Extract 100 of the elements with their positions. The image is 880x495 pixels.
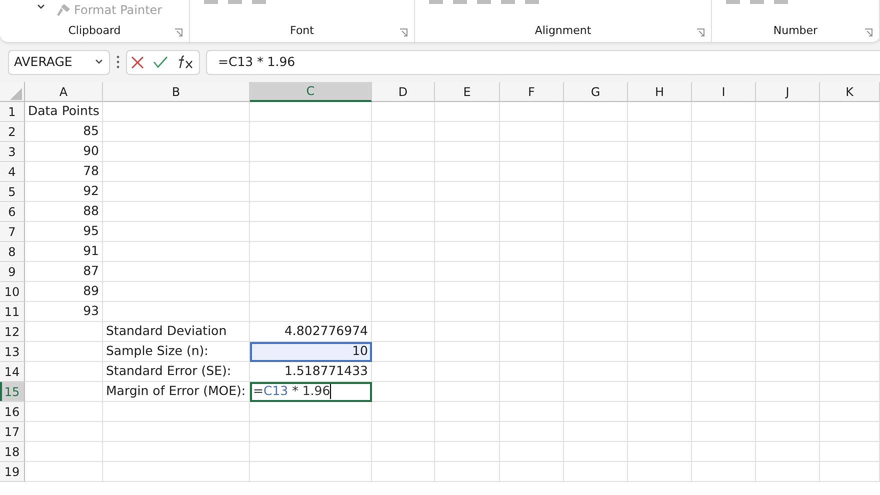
empty-cell[interactable]	[692, 322, 756, 342]
empty-cell[interactable]	[820, 262, 880, 282]
empty-cell[interactable]	[628, 442, 692, 462]
empty-cell[interactable]	[103, 462, 250, 482]
empty-cell[interactable]	[692, 182, 756, 202]
empty-cell[interactable]	[103, 162, 250, 182]
empty-cell[interactable]	[692, 402, 756, 422]
column-header[interactable]: J	[756, 82, 820, 102]
empty-cell[interactable]	[435, 322, 500, 342]
empty-cell[interactable]	[103, 422, 250, 442]
empty-cell[interactable]	[500, 302, 564, 322]
table-cell[interactable]: 10	[250, 342, 372, 362]
empty-cell[interactable]	[500, 402, 564, 422]
empty-cell[interactable]	[500, 142, 564, 162]
empty-cell[interactable]	[820, 342, 880, 362]
empty-cell[interactable]	[372, 282, 435, 302]
empty-cell[interactable]	[692, 362, 756, 382]
empty-cell[interactable]	[103, 282, 250, 302]
empty-cell[interactable]	[692, 142, 756, 162]
empty-cell[interactable]	[103, 222, 250, 242]
empty-cell[interactable]	[435, 202, 500, 222]
empty-cell[interactable]	[250, 462, 372, 482]
empty-cell[interactable]	[820, 422, 880, 442]
empty-cell[interactable]	[820, 382, 880, 402]
empty-cell[interactable]	[692, 162, 756, 182]
row-header[interactable]: 16	[0, 402, 25, 422]
table-cell[interactable]: Margin of Error (MOE):	[103, 382, 250, 402]
empty-cell[interactable]	[628, 462, 692, 482]
empty-cell[interactable]	[756, 142, 820, 162]
empty-cell[interactable]	[756, 362, 820, 382]
empty-cell[interactable]	[692, 382, 756, 402]
empty-cell[interactable]	[250, 262, 372, 282]
empty-cell[interactable]	[435, 282, 500, 302]
empty-cell[interactable]	[564, 362, 628, 382]
empty-cell[interactable]	[372, 142, 435, 162]
column-header[interactable]: B	[103, 82, 250, 102]
empty-cell[interactable]	[250, 282, 372, 302]
row-header[interactable]: 3	[0, 142, 25, 162]
dialog-launcher-icon[interactable]	[864, 28, 873, 37]
empty-cell[interactable]	[250, 162, 372, 182]
table-cell[interactable]: Standard Deviation	[103, 322, 250, 342]
empty-cell[interactable]	[564, 322, 628, 342]
empty-cell[interactable]	[372, 242, 435, 262]
column-header[interactable]: C	[250, 82, 372, 102]
empty-cell[interactable]	[500, 442, 564, 462]
empty-cell[interactable]	[500, 102, 564, 122]
empty-cell[interactable]	[628, 162, 692, 182]
table-cell[interactable]: 90	[25, 142, 103, 162]
empty-cell[interactable]	[435, 162, 500, 182]
column-header[interactable]: H	[628, 82, 692, 102]
empty-cell[interactable]	[564, 262, 628, 282]
empty-cell[interactable]	[756, 302, 820, 322]
empty-cell[interactable]	[435, 182, 500, 202]
empty-cell[interactable]	[435, 422, 500, 442]
empty-cell[interactable]	[628, 122, 692, 142]
empty-cell[interactable]	[500, 282, 564, 302]
empty-cell[interactable]	[820, 142, 880, 162]
empty-cell[interactable]	[820, 122, 880, 142]
row-header[interactable]: 7	[0, 222, 25, 242]
empty-cell[interactable]	[820, 102, 880, 122]
column-header[interactable]: F	[500, 82, 564, 102]
empty-cell[interactable]	[692, 342, 756, 362]
empty-cell[interactable]	[250, 422, 372, 442]
empty-cell[interactable]	[500, 342, 564, 362]
empty-cell[interactable]	[564, 302, 628, 322]
empty-cell[interactable]	[372, 162, 435, 182]
empty-cell[interactable]	[820, 322, 880, 342]
empty-cell[interactable]	[628, 302, 692, 322]
empty-cell[interactable]	[250, 442, 372, 462]
empty-cell[interactable]	[820, 282, 880, 302]
table-cell[interactable]: 91	[25, 242, 103, 262]
empty-cell[interactable]	[820, 402, 880, 422]
empty-cell[interactable]	[628, 262, 692, 282]
empty-cell[interactable]	[692, 122, 756, 142]
empty-cell[interactable]	[564, 342, 628, 362]
empty-cell[interactable]	[372, 202, 435, 222]
empty-cell[interactable]	[756, 322, 820, 342]
row-header[interactable]: 13	[0, 342, 25, 362]
empty-cell[interactable]	[628, 362, 692, 382]
empty-cell[interactable]	[564, 222, 628, 242]
empty-cell[interactable]	[756, 162, 820, 182]
empty-cell[interactable]	[372, 362, 435, 382]
empty-cell[interactable]	[564, 422, 628, 442]
empty-cell[interactable]	[500, 422, 564, 442]
empty-cell[interactable]	[103, 142, 250, 162]
table-cell[interactable]: 1.518771433	[250, 362, 372, 382]
empty-cell[interactable]	[692, 202, 756, 222]
empty-cell[interactable]	[500, 322, 564, 342]
empty-cell[interactable]	[756, 202, 820, 222]
empty-cell[interactable]	[564, 462, 628, 482]
empty-cell[interactable]	[628, 242, 692, 262]
empty-cell[interactable]	[756, 242, 820, 262]
empty-cell[interactable]	[692, 262, 756, 282]
dialog-launcher-icon[interactable]	[399, 28, 408, 37]
empty-cell[interactable]	[372, 462, 435, 482]
dialog-launcher-icon[interactable]	[696, 28, 705, 37]
empty-cell[interactable]	[250, 122, 372, 142]
empty-cell[interactable]	[692, 242, 756, 262]
empty-cell[interactable]	[372, 122, 435, 142]
empty-cell[interactable]	[435, 462, 500, 482]
